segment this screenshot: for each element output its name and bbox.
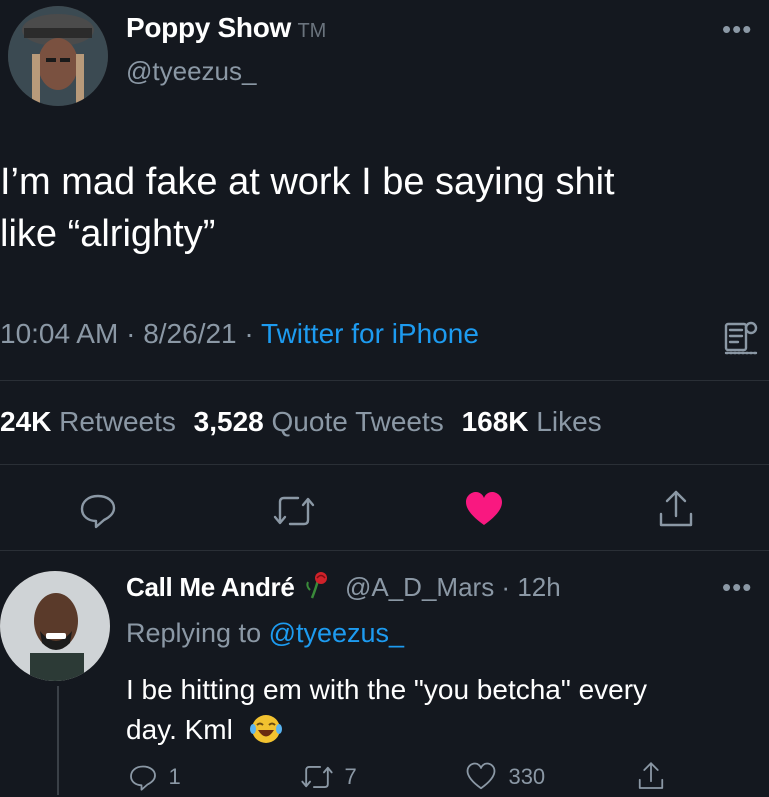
tm-mark: TM (297, 20, 327, 42)
reply-avatar-image (0, 571, 110, 681)
author-display-name[interactable]: Poppy Show (126, 12, 291, 43)
tweet-source[interactable]: Twitter for iPhone (261, 318, 479, 349)
reply-handle[interactable]: @A_D_Mars (345, 572, 494, 602)
likes-label: Likes (536, 406, 602, 437)
author-name-row: Poppy Show TM (126, 12, 326, 44)
analytics-icon[interactable] (722, 318, 760, 361)
retweet-icon (301, 766, 333, 788)
reply-icon[interactable] (78, 490, 118, 535)
share-icon[interactable] (656, 488, 696, 535)
reply-share-action[interactable] (636, 760, 666, 797)
like-icon[interactable] (464, 490, 504, 535)
rose-emoji (304, 570, 332, 607)
reply-like-count: 330 (508, 764, 546, 789)
reply-like-action[interactable]: 330 (466, 762, 545, 792)
reply-retweet-action[interactable]: 7 (300, 762, 357, 792)
thread-line (57, 686, 59, 795)
author-avatar[interactable] (8, 6, 108, 106)
reply-reply-count: 1 (168, 764, 181, 789)
replying-prefix: Replying to (126, 618, 269, 648)
separator: · (236, 318, 262, 349)
tweet-date[interactable]: 8/26/21 (143, 318, 236, 349)
replying-to: Replying to @tyeezus_ (126, 618, 404, 649)
retweets-count: 24K (0, 406, 52, 437)
divider (0, 464, 769, 465)
retweets-label: Retweets (59, 406, 176, 437)
divider (0, 550, 769, 551)
likes-count: 168K (461, 406, 529, 437)
timestamp-row: 10:04 AM · 8/26/21 · Twitter for iPhone (0, 318, 479, 350)
author-handle[interactable]: @tyeezus_ (126, 56, 256, 87)
reply-display-name[interactable]: Call Me André (126, 572, 295, 602)
more-icon[interactable]: ••• (722, 14, 752, 45)
tweet-text-line-1: I’m mad fake at work I be saying shit (0, 161, 615, 203)
retweets-stat[interactable]: 24K Retweets (0, 406, 176, 437)
reply-text-line-2: day. Kml (126, 714, 233, 745)
likes-stat[interactable]: 168K Likes (462, 406, 602, 437)
tweet-text-line-2: like “alrighty” (0, 213, 216, 255)
reply-text-line-1: I be hitting em with the "you betcha" ev… (126, 674, 648, 705)
reply-more-icon[interactable]: ••• (722, 572, 752, 603)
quotes-stat[interactable]: 3,528 Quote Tweets (194, 406, 444, 437)
reply-reply-action[interactable]: 1 (128, 762, 181, 792)
laughing-emoji (249, 713, 283, 756)
reply-author-avatar[interactable] (0, 571, 110, 681)
share-icon (638, 762, 664, 789)
reply-retweet-count: 7 (344, 764, 357, 789)
separator: · (494, 572, 518, 602)
reply-text-line-2-row: day. Kml (126, 710, 647, 756)
replying-handle[interactable]: @tyeezus_ (269, 618, 404, 648)
like-icon (466, 762, 496, 790)
reply-icon (130, 765, 156, 791)
separator: · (118, 318, 144, 349)
stats-row: 24K Retweets 3,528 Quote Tweets 168K Lik… (0, 406, 602, 438)
tweet-time[interactable]: 10:04 AM (0, 318, 118, 349)
reply-age[interactable]: 12h (517, 572, 560, 602)
reply-text: I be hitting em with the "you betcha" ev… (126, 670, 647, 756)
quotes-count: 3,528 (193, 406, 264, 437)
quotes-label: Quote Tweets (271, 406, 444, 437)
divider (0, 380, 769, 381)
author-avatar-image (8, 6, 108, 106)
reply-header: Call Me André @A_D_Mars · 12h (126, 570, 561, 607)
tweet-text: I’m mad fake at work I be saying shit li… (0, 156, 615, 260)
retweet-icon[interactable] (272, 492, 316, 535)
